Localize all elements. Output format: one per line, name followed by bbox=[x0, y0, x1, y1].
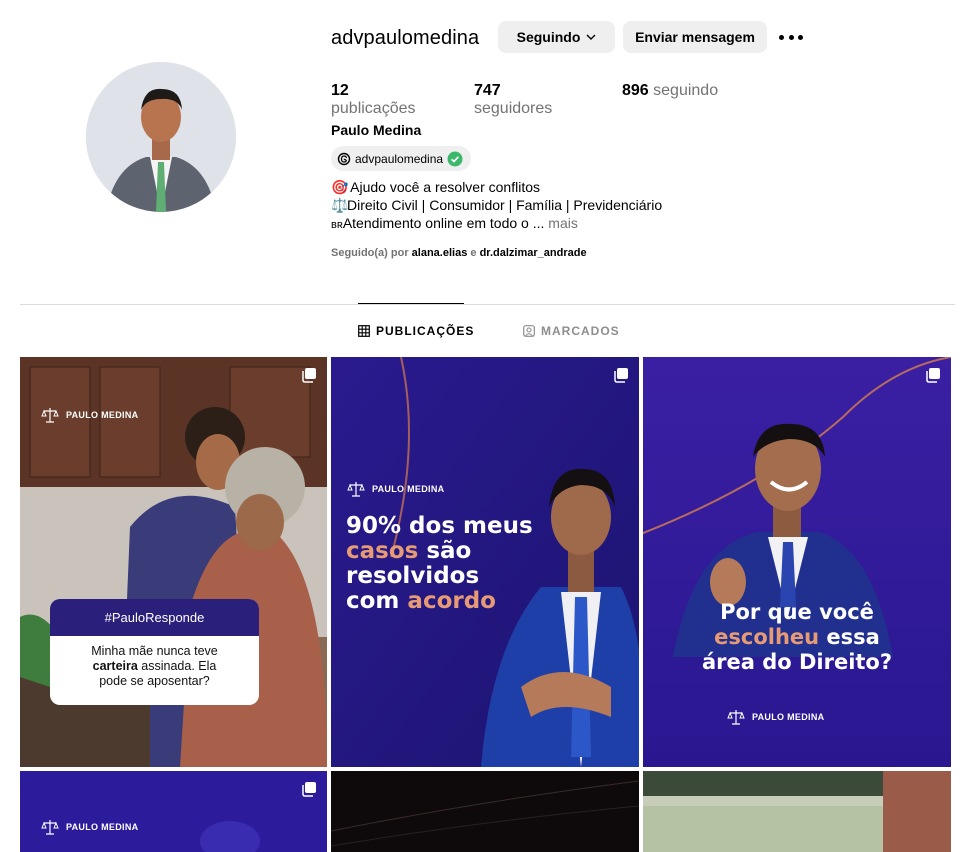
followed-by: Seguido(a) por alana.elias e dr.dalzimar… bbox=[331, 247, 587, 259]
profile-stats: 12 publicações 747 seguidores 896 seguin… bbox=[331, 82, 758, 118]
following-count[interactable]: 896 seguindo bbox=[622, 82, 718, 118]
post-3-line-3: área do Direito? bbox=[701, 650, 893, 674]
send-message-button[interactable]: Enviar mensagem bbox=[623, 21, 767, 53]
post-1[interactable]: PAULO MEDINA #PauloResponde Minha mãe nu… bbox=[20, 357, 327, 767]
posts-count[interactable]: 12 publicações bbox=[331, 82, 434, 118]
bio-line-1: 🎯 Ajudo você a resolver conflitos bbox=[331, 178, 662, 196]
scales-icon: ⚖️ bbox=[331, 197, 349, 213]
scales-logo-icon bbox=[41, 820, 59, 835]
post-1-question-line-2: assinada. Ela bbox=[137, 659, 217, 673]
threads-handle: advpaulomedina bbox=[355, 151, 444, 166]
post-1-question-line-1: Minha mãe nunca teve bbox=[91, 644, 218, 658]
post-6[interactable] bbox=[643, 771, 951, 852]
tagged-user-icon bbox=[523, 325, 535, 337]
post-3-line-2: escolheu essa bbox=[643, 625, 951, 650]
post-1-brand: PAULO MEDINA bbox=[40, 405, 138, 425]
active-tab-indicator bbox=[358, 303, 464, 304]
tab-publications[interactable]: PUBLICAÇÕES bbox=[358, 324, 474, 338]
post-4-image bbox=[20, 771, 327, 852]
carousel-icon bbox=[614, 368, 628, 383]
bio-more-link[interactable]: mais bbox=[548, 215, 578, 231]
post-4[interactable]: PAULO MEDINA bbox=[20, 771, 327, 852]
post-3-line-2-accent: escolheu bbox=[714, 625, 820, 649]
followed-by-user-1[interactable]: alana.elias bbox=[412, 247, 468, 259]
post-2-line-4: com acordo bbox=[346, 589, 533, 614]
post-2-brand: PAULO MEDINA bbox=[346, 479, 444, 499]
followed-by-connector: e bbox=[470, 247, 477, 259]
following-button-label: Seguindo bbox=[516, 29, 581, 45]
post-3-brand: PAULO MEDINA bbox=[726, 707, 824, 727]
scales-logo-icon bbox=[347, 482, 365, 497]
avatar-photo bbox=[86, 62, 236, 212]
post-5[interactable] bbox=[331, 771, 639, 852]
post-3-brand-text: PAULO MEDINA bbox=[752, 712, 825, 722]
profile-full-name: Paulo Medina bbox=[331, 122, 422, 138]
tabs-divider bbox=[20, 304, 955, 305]
tab-tagged[interactable]: MARCADOS bbox=[523, 324, 620, 338]
followed-by-user-2[interactable]: dr.dalzimar_andrade bbox=[480, 247, 587, 259]
post-2-line-4-start: com bbox=[346, 588, 408, 614]
posts-count-value: 12 bbox=[331, 82, 349, 99]
carousel-icon bbox=[926, 368, 940, 383]
target-icon: 🎯 bbox=[331, 179, 349, 195]
profile-bio: 🎯 Ajudo você a resolver conflitos ⚖️Dire… bbox=[331, 178, 662, 234]
followed-by-prefix: Seguido(a) por bbox=[331, 247, 409, 259]
post-1-brand-text: PAULO MEDINA bbox=[66, 410, 139, 420]
scales-logo-icon bbox=[727, 710, 745, 725]
carousel-icon bbox=[302, 368, 316, 383]
post-1-question-card: #PauloResponde Minha mãe nunca teve cart… bbox=[50, 599, 259, 705]
profile-username: advpaulomedina bbox=[331, 27, 480, 49]
bio-text-1: Ajudo você a resolver conflitos bbox=[350, 179, 540, 195]
post-3-image bbox=[643, 357, 951, 767]
verified-check-icon bbox=[447, 151, 463, 166]
scales-logo-icon bbox=[41, 408, 59, 423]
bio-text-2: Direito Civil | Consumidor | Família | P… bbox=[347, 197, 663, 213]
bio-text-3: Atendimento online em todo o ... bbox=[342, 215, 545, 231]
following-button[interactable]: Seguindo bbox=[498, 21, 615, 53]
post-2-brand-text: PAULO MEDINA bbox=[372, 484, 445, 494]
post-2-line-4-accent: acordo bbox=[407, 588, 496, 614]
post-3-line-2-rest: essa bbox=[819, 625, 880, 649]
followers-count-label: seguidores bbox=[474, 100, 553, 117]
followers-count[interactable]: 747 seguidores bbox=[474, 82, 582, 118]
post-5-image bbox=[331, 771, 639, 852]
post-2-line-2-rest: são bbox=[418, 538, 472, 564]
post-6-image bbox=[643, 771, 951, 852]
post-2-line-1: 90% dos meus bbox=[346, 513, 533, 539]
post-2-line-3: resolvidos bbox=[346, 563, 480, 589]
bio-line-3: ʙʀAtendimento online em todo o ... mais bbox=[331, 214, 662, 234]
post-1-question-bold: carteira bbox=[92, 659, 138, 673]
post-3[interactable]: Por que você escolheu essa área do Direi… bbox=[643, 357, 951, 767]
post-4-brand-text: PAULO MEDINA bbox=[66, 822, 139, 832]
post-1-question-line-3: pode se aposentar? bbox=[99, 674, 210, 688]
post-3-line-1: Por que você bbox=[720, 600, 874, 624]
post-2-line-2-accent: casos bbox=[346, 538, 419, 564]
chevron-down-icon bbox=[586, 34, 596, 40]
profile-avatar[interactable] bbox=[86, 62, 236, 212]
threads-icon bbox=[337, 152, 351, 165]
post-4-brand: PAULO MEDINA bbox=[40, 817, 138, 837]
post-3-headline: Por que você escolheu essa área do Direi… bbox=[643, 600, 951, 675]
post-1-hashtag: #PauloResponde bbox=[50, 599, 259, 636]
posts-count-label: publicações bbox=[331, 100, 416, 117]
more-options-icon[interactable] bbox=[779, 28, 803, 46]
bio-line-2: ⚖️Direito Civil | Consumidor | Família |… bbox=[331, 196, 662, 214]
post-2[interactable]: PAULO MEDINA 90% dos meus casos são reso… bbox=[331, 357, 639, 767]
post-2-headline: 90% dos meus casos são resolvidos com ac… bbox=[346, 514, 533, 614]
carousel-icon bbox=[302, 782, 316, 797]
grid-icon bbox=[358, 325, 370, 337]
following-count-label: seguindo bbox=[653, 82, 719, 99]
followers-count-value: 747 bbox=[474, 82, 501, 99]
post-2-line-2: casos são bbox=[346, 539, 533, 564]
brazil-flag-icon: ʙʀ bbox=[331, 219, 343, 231]
tab-publications-label: PUBLICAÇÕES bbox=[376, 324, 475, 338]
threads-badge[interactable]: advpaulomedina bbox=[331, 146, 472, 171]
post-1-question: Minha mãe nunca teve carteira assinada. … bbox=[50, 636, 259, 697]
tab-tagged-label: MARCADOS bbox=[541, 324, 620, 338]
following-count-value: 896 bbox=[622, 82, 649, 99]
